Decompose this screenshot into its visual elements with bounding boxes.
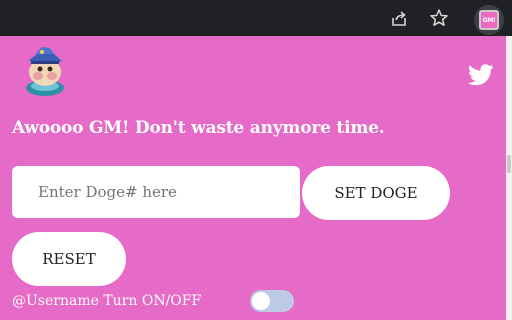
toggle-label: @Username Turn ON/OFF [12, 293, 202, 309]
username-toggle-row: @Username Turn ON/OFF [12, 290, 294, 312]
headline: Awoooo GM! Don't waste anymore time. [12, 118, 385, 138]
extension-button[interactable]: GM! [474, 5, 504, 35]
doge-number-input[interactable] [12, 166, 300, 218]
twitter-icon[interactable] [468, 64, 494, 86]
share-icon[interactable] [388, 7, 410, 29]
extension-popup: Awoooo GM! Don't waste anymore time. SET… [0, 36, 506, 320]
star-icon[interactable] [428, 7, 450, 29]
scrollbar-thumb[interactable] [507, 155, 511, 173]
doge-logo-icon [26, 47, 64, 96]
reset-button[interactable]: RESET [12, 232, 126, 286]
toggle-knob [252, 292, 270, 310]
extension-gm-icon: GM! [479, 10, 499, 30]
page-scrollbar[interactable] [506, 36, 512, 320]
set-doge-button[interactable]: SET DOGE [302, 166, 450, 220]
browser-toolbar: GM! [0, 0, 512, 36]
username-toggle-switch[interactable] [250, 290, 294, 312]
